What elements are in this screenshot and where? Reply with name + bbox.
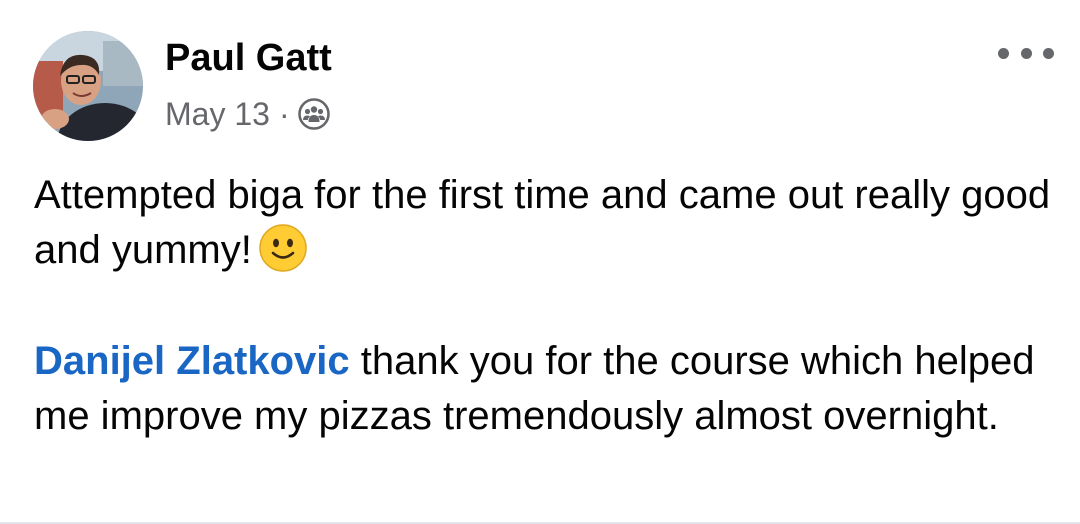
more-options-dot (1020, 47, 1032, 59)
post-meta: May 13 · (165, 94, 331, 134)
mention-link[interactable]: Danijel Zlatkovic (34, 339, 350, 383)
more-options-dot (1043, 47, 1054, 59)
post-card: Paul Gatt May 13 · Attempted biga for th… (0, 0, 1080, 524)
post-body: Attempted biga for the first time and ca… (34, 168, 1054, 444)
post-paragraph: Danijel Zlatkovic thank you for the cour… (34, 334, 1054, 444)
post-date[interactable]: May 13 (165, 96, 270, 133)
group-members-icon (297, 97, 331, 131)
post-text: Attempted biga for the first time and ca… (34, 173, 1051, 272)
avatar-photo (33, 31, 143, 141)
author-name[interactable]: Paul Gatt (165, 36, 332, 80)
meta-separator: · (278, 95, 290, 132)
more-options-icon (998, 47, 1009, 59)
more-options-button[interactable] (998, 38, 1054, 68)
author-avatar[interactable] (33, 31, 143, 141)
post-paragraph: Attempted biga for the first time and ca… (34, 168, 1054, 278)
slightly-smiling-face-icon (258, 223, 308, 273)
